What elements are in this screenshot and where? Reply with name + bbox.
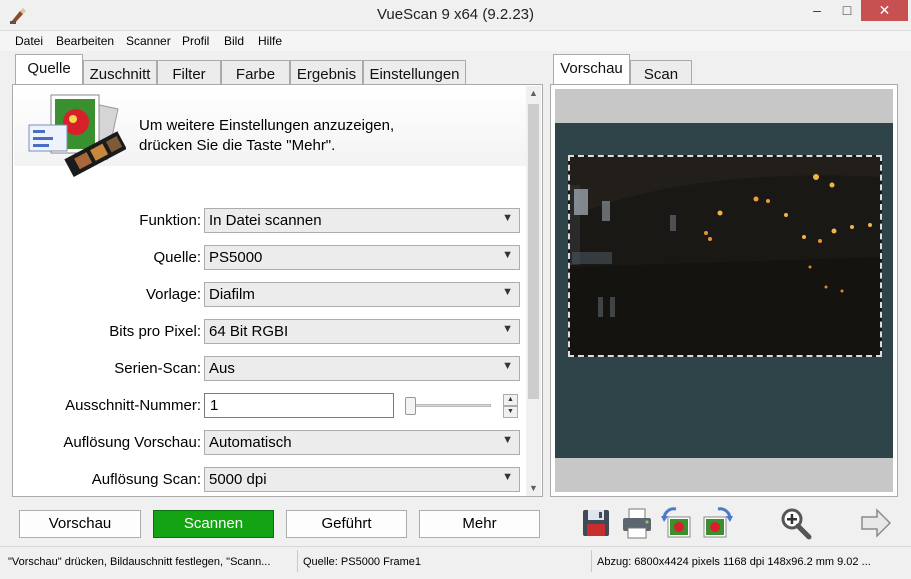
ausschnitt-nummer-input[interactable]: 1 (204, 393, 394, 418)
label-aufloesung-vorschau: Auflösung Vorschau: (63, 434, 201, 451)
select-quelle[interactable]: PS5000 ▼ (204, 245, 520, 270)
settings-scrollbar[interactable]: ▲ ▼ (526, 86, 541, 496)
menu-profil[interactable]: Profil (182, 34, 209, 48)
settings-panel: Quelle Zuschnitt Filter Farbe Ergebnis E… (12, 54, 543, 497)
select-quelle-value: PS5000 (209, 249, 263, 266)
scan-button[interactable]: Scannen (153, 510, 274, 538)
select-aufloesung-vorschau-value: Automatisch (209, 434, 292, 451)
chevron-down-icon: ▼ (502, 212, 513, 224)
maximize-button[interactable]: □ (833, 0, 861, 21)
label-serien-scan: Serien-Scan: (114, 360, 201, 377)
menu-datei[interactable]: Datei (15, 34, 43, 48)
rotate-left-icon[interactable] (660, 506, 694, 540)
select-aufloesung-scan-value: 5000 dpi (209, 471, 267, 488)
tab-farbe[interactable]: Farbe (221, 60, 290, 87)
spin-up-icon[interactable]: ▲ (503, 394, 518, 406)
menu-hilfe[interactable]: Hilfe (258, 34, 282, 48)
select-vorlage[interactable]: Diafilm ▼ (204, 282, 520, 307)
menu-scanner[interactable]: Scanner (126, 34, 171, 48)
ausschnitt-slider-thumb[interactable] (405, 397, 416, 415)
chevron-down-icon: ▼ (502, 249, 513, 261)
info-line-1: Um weitere Einstellungen anzuzeigen, (139, 117, 395, 134)
select-aufloesung-scan[interactable]: 5000 dpi ▼ (204, 467, 520, 492)
tab-vorschau[interactable]: Vorschau (553, 54, 630, 84)
tab-einstellungen[interactable]: Einstellungen (363, 60, 466, 87)
scroll-up-icon[interactable]: ▲ (526, 86, 541, 101)
label-quelle: Quelle: (153, 249, 201, 266)
status-output: Abzug: 6800x4424 pixels 1168 dpi 148x96.… (597, 556, 871, 568)
preview-panel: Vorschau Scan (550, 54, 908, 497)
window-title: VueScan 9 x64 (9.2.23) (376, 6, 535, 23)
select-bits-pro-pixel-value: 64 Bit RGBI (209, 323, 289, 340)
zoom-in-icon[interactable] (779, 506, 813, 540)
label-bits-pro-pixel: Bits pro Pixel: (109, 323, 201, 340)
status-source: Quelle: PS5000 Frame1 (303, 556, 422, 568)
status-separator (297, 550, 298, 572)
status-hint: "Vorschau" drücken, Bildauschnitt festle… (8, 556, 271, 568)
label-vorlage: Vorlage: (145, 286, 201, 303)
chevron-down-icon: ▼ (502, 286, 513, 298)
select-bits-pro-pixel[interactable]: 64 Bit RGBI ▼ (204, 319, 520, 344)
tab-ergebnis[interactable]: Ergebnis (290, 60, 363, 87)
crop-selection[interactable] (568, 155, 882, 357)
label-funktion: Funktion: (139, 212, 201, 229)
chevron-down-icon: ▼ (502, 471, 513, 483)
select-vorlage-value: Diafilm (209, 286, 255, 303)
rotate-right-icon[interactable] (700, 506, 734, 540)
select-funktion-value: In Datei scannen (209, 212, 322, 229)
info-line-2: drücken Sie die Taste "Mehr". (139, 137, 336, 154)
scroll-down-icon[interactable]: ▼ (526, 481, 541, 496)
tab-quelle[interactable]: Quelle (15, 54, 83, 84)
minimize-button[interactable]: – (803, 0, 831, 21)
menu-bearbeiten[interactable]: Bearbeiten (56, 34, 114, 48)
preview-button[interactable]: Vorschau (19, 510, 141, 538)
chevron-down-icon: ▼ (502, 323, 513, 335)
tab-filter[interactable]: Filter (157, 60, 221, 87)
scanner-photo-icon (28, 94, 126, 178)
select-aufloesung-vorschau[interactable]: Automatisch ▼ (204, 430, 520, 455)
more-button[interactable]: Mehr (419, 510, 540, 538)
tab-scan[interactable]: Scan (630, 60, 692, 87)
status-bar: "Vorschau" drücken, Bildauschnitt festle… (0, 546, 911, 579)
next-arrow-icon[interactable] (859, 506, 893, 540)
preview-image (570, 157, 880, 355)
save-icon[interactable] (579, 506, 613, 540)
settings-content: Um weitere Einstellungen anzuzeigen, drü… (12, 84, 543, 497)
scroll-thumb[interactable] (528, 104, 539, 399)
tab-zuschnitt[interactable]: Zuschnitt (83, 60, 157, 87)
chevron-down-icon: ▼ (502, 434, 513, 446)
print-icon[interactable] (620, 506, 654, 540)
menu-bild[interactable]: Bild (224, 34, 244, 48)
chevron-down-icon: ▼ (502, 360, 513, 372)
guided-button[interactable]: Geführt (286, 510, 407, 538)
select-serien-scan-value: Aus (209, 360, 235, 377)
select-funktion[interactable]: In Datei scannen ▼ (204, 208, 520, 233)
title-bar: VueScan 9 x64 (9.2.23) – □ ✕ (0, 0, 911, 31)
close-button[interactable]: ✕ (861, 0, 908, 21)
ausschnitt-slider-track[interactable] (408, 404, 491, 407)
info-text: Um weitere Einstellungen anzuzeigen, drü… (139, 116, 394, 156)
spin-down-icon[interactable]: ▼ (503, 406, 518, 418)
select-serien-scan[interactable]: Aus ▼ (204, 356, 520, 381)
preview-area (550, 84, 898, 497)
status-separator (591, 550, 592, 572)
label-aufloesung-scan: Auflösung Scan: (91, 471, 201, 488)
info-banner: Um weitere Einstellungen anzuzeigen, drü… (14, 86, 527, 178)
label-ausschnitt-nummer: Ausschnitt-Nummer: (65, 397, 201, 414)
menu-bar: Datei Bearbeiten Scanner Profil Bild Hil… (0, 31, 911, 51)
